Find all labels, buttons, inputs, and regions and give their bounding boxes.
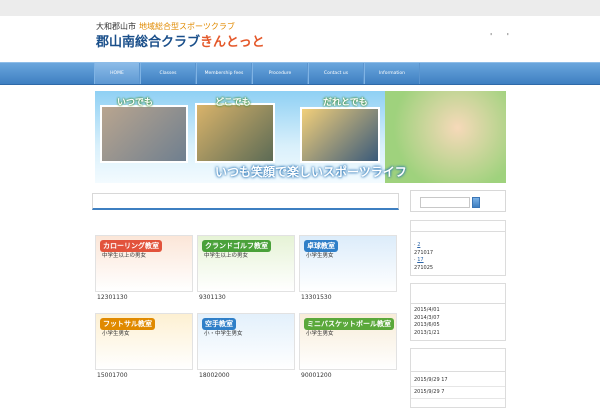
class-subtitle: 小学生男女 bbox=[306, 253, 334, 259]
logo-name-accent: きんとっと bbox=[200, 35, 265, 50]
nav-item-membership-fees[interactable]: Membership fees bbox=[196, 63, 252, 84]
class-thumbnail[interactable]: フットサル教室 小学生男女 bbox=[95, 313, 193, 370]
widget-updates-text: 271025 bbox=[414, 264, 434, 271]
class-subtitle: 小学生男女 bbox=[306, 331, 334, 337]
widget-recent-list: 2015/9/29 17 2015/9/29 7 bbox=[411, 372, 505, 399]
archive-item[interactable]: 2013/1/21 bbox=[411, 330, 505, 338]
class-grid: カローリング教室 中学生以上の男女 12301130 クランドゴルフ教室 中学生以上の男… bbox=[95, 235, 397, 405]
nav-item-procedure[interactable]: Procedure bbox=[252, 63, 308, 84]
class-card[interactable]: フットサル教室 小学生男女 15001700 bbox=[95, 313, 193, 381]
nav-item-classes[interactable]: Classes bbox=[140, 63, 196, 84]
class-card[interactable]: 卓球教室 小学生男女 13301530 bbox=[299, 235, 397, 303]
class-card[interactable]: クランドゴルフ教室 中学生以上の男女 9301130 bbox=[197, 235, 295, 303]
banner-label-1: いつでも bbox=[117, 98, 154, 108]
class-number: 90001200 bbox=[301, 372, 332, 379]
banner-label-3: だれとでも bbox=[323, 98, 368, 108]
widget-recent-header bbox=[411, 349, 505, 372]
widget-updates-link[interactable]: 17 bbox=[417, 257, 423, 263]
widget-updates-text: 271017 bbox=[414, 249, 434, 256]
class-card[interactable]: ミニバスケットボール教室 小学生男女 90001200 bbox=[299, 313, 397, 381]
widget-updates-list: · 2 271017 · 17 271025 bbox=[411, 232, 505, 272]
banner-photo-2 bbox=[195, 103, 275, 163]
widget-archive-list: 2015/4/01 2014/3/07 2013/6/05 2013/1/21 bbox=[411, 304, 505, 337]
nav-item-home[interactable]: HOME bbox=[94, 63, 140, 84]
class-thumbnail[interactable]: ミニバスケットボール教室 小学生男女 bbox=[299, 313, 397, 370]
class-number: 15001700 bbox=[97, 372, 128, 379]
class-number: 9301130 bbox=[199, 294, 226, 301]
class-number: 13301530 bbox=[301, 294, 332, 301]
site-logo[interactable]: 大和郡山市 地域総合型スポーツクラブ 郡山南総合クラブきんとっと bbox=[96, 22, 286, 56]
widget-updates-item[interactable]: · 17 bbox=[411, 257, 505, 265]
top-bar bbox=[0, 0, 600, 16]
class-thumbnail[interactable]: カローリング教室 中学生以上の男女 bbox=[95, 235, 193, 292]
widget-updates-item: 271017 bbox=[411, 250, 505, 258]
banner-photo-3 bbox=[300, 107, 380, 163]
banner-photo-1 bbox=[100, 105, 188, 163]
logo-tagline: 地域総合型スポーツクラブ bbox=[139, 22, 235, 31]
class-subtitle: 中学生以上の男女 bbox=[204, 253, 249, 259]
widget-updates-item[interactable]: · 2 bbox=[411, 242, 505, 250]
banner-slogan: いつも笑顔で楽しいスポーツライフ bbox=[215, 165, 407, 179]
widget-updates-item: 271025 bbox=[411, 265, 505, 273]
main-nav-items: HOME Classes Membership fees Procedure C… bbox=[94, 63, 420, 84]
widget-updates-header bbox=[411, 221, 505, 232]
widget-archive: 2015/4/01 2014/3/07 2013/6/05 2013/1/21 bbox=[410, 283, 506, 341]
search-input[interactable] bbox=[420, 197, 470, 208]
logo-line-1: 大和郡山市 地域総合型スポーツクラブ bbox=[96, 22, 235, 32]
search-button[interactable] bbox=[472, 197, 480, 208]
main-nav: HOME Classes Membership fees Procedure C… bbox=[0, 62, 600, 85]
search-widget bbox=[410, 190, 506, 212]
class-number: 12301130 bbox=[97, 294, 128, 301]
class-card[interactable]: カローリング教室 中学生以上の男女 12301130 bbox=[95, 235, 193, 303]
class-thumbnail[interactable]: クランドゴルフ教室 中学生以上の男女 bbox=[197, 235, 295, 292]
archive-item[interactable]: 2015/4/01 bbox=[411, 307, 505, 315]
logo-line-2: 郡山南総合クラブきんとっと bbox=[96, 34, 265, 51]
logo-city: 大和郡山市 bbox=[96, 22, 136, 31]
widget-recent: 2015/9/29 17 2015/9/29 7 bbox=[410, 348, 506, 408]
archive-item[interactable]: 2013/6/05 bbox=[411, 322, 505, 330]
nav-item-contact-us[interactable]: Contact us bbox=[308, 63, 364, 84]
content-title-bar bbox=[92, 193, 399, 210]
nav-item-information[interactable]: Information bbox=[364, 63, 420, 84]
header-dots: ' ' bbox=[490, 32, 515, 41]
recent-item[interactable]: 2015/9/29 7 bbox=[411, 387, 505, 399]
class-thumbnail[interactable]: 卓球教室 小学生男女 bbox=[299, 235, 397, 292]
archive-item[interactable]: 2014/3/07 bbox=[411, 315, 505, 323]
class-subtitle: 小学生男女 bbox=[102, 331, 130, 337]
widget-updates-link[interactable]: 2 bbox=[417, 242, 420, 248]
class-subtitle: 中学生以上の男女 bbox=[102, 253, 147, 259]
class-thumbnail[interactable]: 空手教室 小・中学生男女 bbox=[197, 313, 295, 370]
class-number: 18002000 bbox=[199, 372, 230, 379]
class-subtitle: 小・中学生男女 bbox=[204, 331, 243, 337]
logo-name-main: 郡山南総合クラブ bbox=[96, 35, 201, 50]
hero-banner: いつでも どこでも だれとでも いつも笑顔で楽しいスポーツライフ bbox=[95, 91, 506, 183]
recent-item[interactable]: 2015/9/29 17 bbox=[411, 375, 505, 387]
banner-label-2: どこでも bbox=[215, 98, 251, 108]
widget-archive-header bbox=[411, 284, 505, 304]
class-card[interactable]: 空手教室 小・中学生男女 18002000 bbox=[197, 313, 295, 381]
widget-updates: · 2 271017 · 17 271025 bbox=[410, 220, 506, 276]
